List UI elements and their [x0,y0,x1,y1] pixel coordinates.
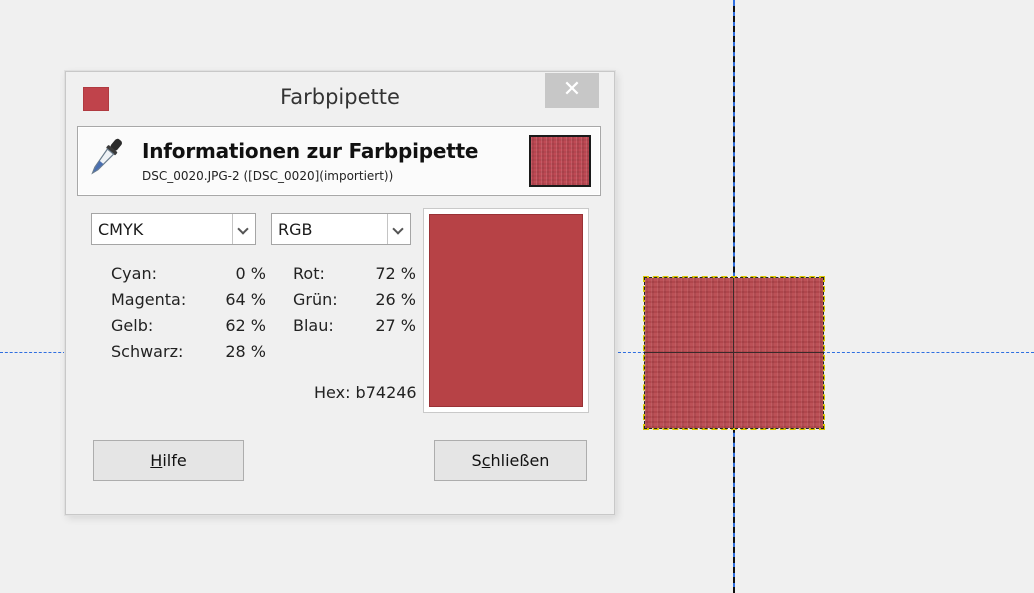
hex-label: Hex: [314,383,351,402]
black-label: Schwarz: [111,342,184,361]
info-header: Informationen zur Farbpipette DSC_0020.J… [77,126,601,196]
close-window-button[interactable]: ✕ [545,73,599,108]
chevron-down-icon[interactable] [387,214,410,244]
yellow-value: 62 % [225,316,266,335]
rgb-row-blue: Blau: 27 % [293,313,416,339]
close-label-rest: hließen [490,451,550,470]
rgb-values: Rot: 72 % Grün: 26 % Blau: 27 % [293,261,416,339]
right-color-mode-value: RGB [278,220,313,239]
right-color-mode-select[interactable]: RGB [271,213,411,245]
help-mnemonic: H [150,451,163,470]
sampled-color-swatch-frame [423,208,589,413]
black-value: 28 % [225,342,266,361]
sampled-color-swatch [429,214,583,407]
cmyk-row-yellow: Gelb: 62 % [111,313,266,339]
green-value: 26 % [375,290,416,309]
left-color-mode-value: CMYK [98,220,144,239]
help-label-rest: ilfe [162,451,187,470]
hex-readout: Hex: b74246 [314,383,417,402]
close-button[interactable]: Schließen [434,440,587,481]
cyan-value: 0 % [235,264,266,283]
color-picker-icon [91,138,122,175]
blue-label: Blau: [293,316,334,335]
chevron-down-icon[interactable] [232,214,255,244]
horizontal-guide-line-left[interactable] [0,352,66,353]
color-preview-thumbnail [529,135,591,187]
cmyk-row-cyan: Cyan: 0 % [111,261,266,287]
magenta-value: 64 % [225,290,266,309]
cmyk-row-magenta: Magenta: 64 % [111,287,266,313]
header-title: Informationen zur Farbpipette [142,139,479,163]
rgb-row-green: Grün: 26 % [293,287,416,313]
cmyk-row-black: Schwarz: 28 % [111,339,266,365]
cmyk-values: Cyan: 0 % Magenta: 64 % Gelb: 62 % Schwa… [111,261,266,365]
hex-value: b74246 [355,383,417,402]
dialog-titlebar[interactable]: Farbpipette ✕ [66,72,614,124]
green-label: Grün: [293,290,338,309]
close-mnemonic: c [481,451,491,470]
close-label-pre: S [471,451,482,470]
blue-value: 27 % [375,316,416,335]
rgb-row-red: Rot: 72 % [293,261,416,287]
sampled-image-region [645,278,823,428]
yellow-label: Gelb: [111,316,154,335]
help-button[interactable]: Hilfe [93,440,244,481]
header-subtitle: DSC_0020.JPG-2 ([DSC_0020](importiert)) [142,169,394,183]
sample-crosshair-horizontal [645,352,823,353]
left-color-mode-select[interactable]: CMYK [91,213,256,245]
sample-crosshair-vertical [733,278,734,428]
dialog-title: Farbpipette [280,85,400,109]
red-value: 72 % [375,264,416,283]
red-label: Rot: [293,264,325,283]
color-picker-dialog: Farbpipette ✕ Informationen zur Farbpipe… [65,71,615,515]
cyan-label: Cyan: [111,264,157,283]
sample-selection[interactable] [643,276,825,430]
magenta-label: Magenta: [111,290,187,309]
